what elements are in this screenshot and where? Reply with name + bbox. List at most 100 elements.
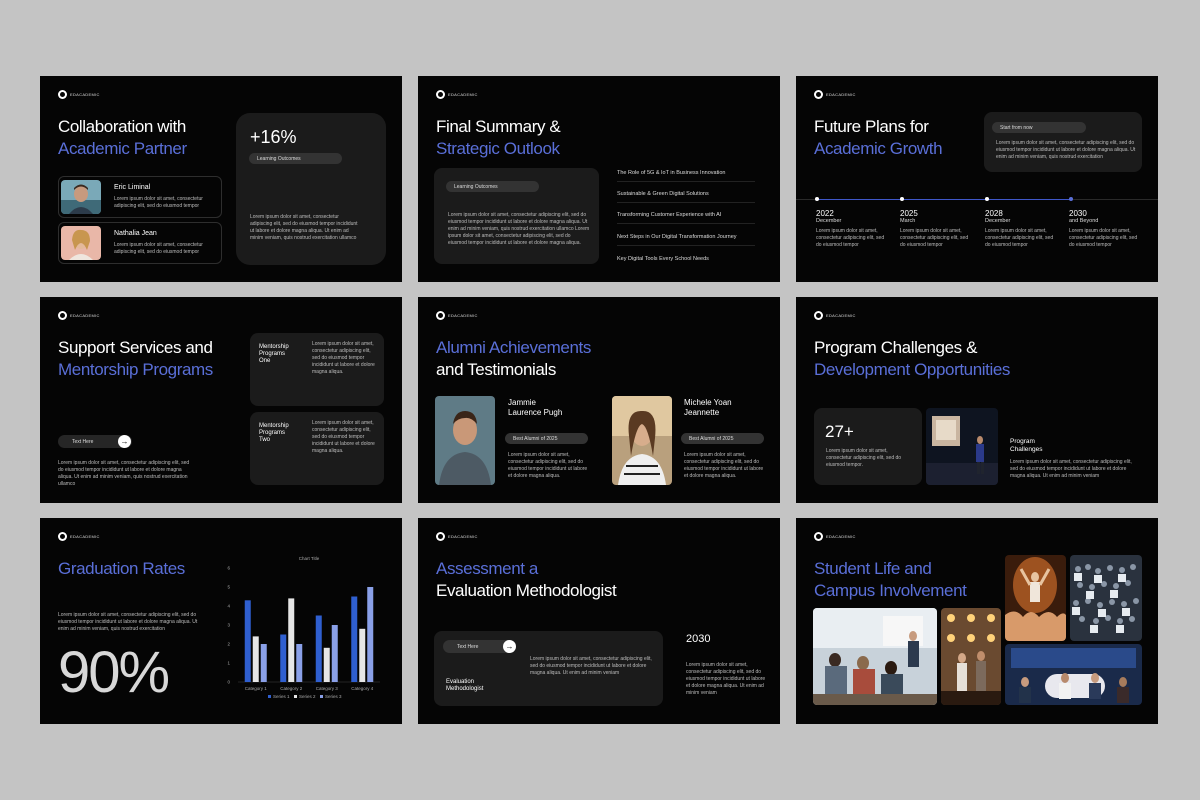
timeline-progress [816, 199, 1071, 200]
timeline-sub: December [816, 218, 842, 224]
alumni-pill: Best Alumni of 2025 [681, 433, 764, 444]
title-line-2: Academic Partner [58, 139, 187, 158]
legend-label: Series 2 [299, 694, 316, 699]
legend-label: Series 3 [325, 694, 342, 699]
slide-future-plans[interactable]: EDACADEMIC Future Plans for Academic Gro… [796, 76, 1158, 282]
mentorship-label: Mentorship Programs One [259, 344, 289, 365]
timeline-text: Lorem ipsum dolor sit amet, consectetur … [816, 228, 885, 248]
slide-collaboration[interactable]: EDACADEMIC Collaboration with Academic P… [40, 76, 402, 282]
logo-icon [58, 311, 67, 320]
brand-logo: EDACADEMIC [436, 532, 478, 541]
timeline-dot [900, 197, 904, 201]
brand-logo: EDACADEMIC [814, 90, 856, 99]
bar [280, 634, 287, 682]
mentorship-label: Mentorship Programs Two [259, 423, 289, 444]
bar [296, 644, 303, 682]
title-line-2: Campus Involvement [814, 581, 967, 600]
title-line-2: Academic Growth [814, 139, 943, 158]
title-line-1: Future Plans for [814, 117, 929, 136]
title-line-1: Assessment a [436, 559, 538, 578]
mentorship-text: Lorem ipsum dolor sit amet, consectetur … [312, 420, 375, 454]
brand-logo: EDACADEMIC [436, 311, 478, 320]
brand-name: EDACADEMIC [70, 534, 100, 539]
logo-icon [436, 532, 445, 541]
slide-alumni[interactable]: EDACADEMIC Alumni Achievements and Testi… [418, 297, 780, 503]
slide-title: Student Life and Campus Involvement [814, 558, 967, 602]
stat-text: Lorem ipsum dolor sit amet, consectetur … [250, 214, 358, 241]
stat-card: +16% Learning Outcomes Lorem ipsum dolor… [236, 113, 386, 265]
brand-name: EDACADEMIC [448, 534, 478, 539]
y-tick-label: 1 [227, 661, 230, 666]
person-text: Lorem ipsum dolor sit amet, consectetur … [114, 242, 203, 255]
y-tick-label: 3 [227, 623, 230, 628]
brand-logo: EDACADEMIC [58, 90, 100, 99]
timeline-sub: March [900, 218, 916, 224]
list-item: Next Steps in Our Digital Transformation… [617, 234, 755, 246]
interview-photo [941, 608, 1001, 705]
challenge-text: Lorem ipsum dolor sit amet, consectetur … [1010, 459, 1132, 479]
arrow-right-icon[interactable]: → [503, 640, 516, 653]
list-item: Key Digital Tools Every School Needs [617, 256, 709, 262]
bar [331, 625, 338, 682]
title-line-1: Support Services and [58, 338, 213, 357]
logo-icon [436, 311, 445, 320]
brand-logo: EDACADEMIC [814, 532, 856, 541]
slide-final-summary[interactable]: EDACADEMIC Final Summary & Strategic Out… [418, 76, 780, 282]
logo-icon [58, 90, 67, 99]
brand-name: EDACADEMIC [448, 313, 478, 318]
slide-graduation-rates[interactable]: EDACADEMIC Graduation Rates Lorem ipsum … [40, 518, 402, 724]
evaluation-label: Evaluation Methodologist [446, 679, 483, 693]
name-line: Michele Yoan [684, 398, 732, 407]
concert-photo [1005, 555, 1066, 641]
timeline-dot [815, 197, 819, 201]
timeline-year: 2028 [985, 209, 1003, 218]
list-item: The Role of 5G & IoT in Business Innovat… [617, 170, 755, 182]
timeline-text: Lorem ipsum dolor sit amet, consectetur … [900, 228, 969, 248]
brand-logo: EDACADEMIC [58, 532, 100, 541]
panel-photo [1005, 644, 1142, 705]
slide-assessment[interactable]: EDACADEMIC Assessment a Evaluation Metho… [418, 518, 780, 724]
avatar [61, 226, 101, 260]
brand-name: EDACADEMIC [826, 92, 856, 97]
y-tick-label: 5 [227, 585, 230, 590]
bar [351, 596, 358, 682]
slide-title: Final Summary & Strategic Outlook [436, 116, 561, 160]
brand-name: EDACADEMIC [70, 92, 100, 97]
timeline-year: 2030 [1069, 209, 1087, 218]
slide-student-life[interactable]: EDACADEMIC Student Life and Campus Invol… [796, 518, 1158, 724]
challenge-label: Program Challenges [1010, 438, 1043, 454]
person-name: Eric Liminal [114, 184, 151, 191]
slide-title: Alumni Achievements and Testimonials [436, 337, 591, 381]
bar [260, 644, 267, 682]
classroom-photo [813, 608, 937, 705]
slide-program-challenges[interactable]: EDACADEMIC Program Challenges & Developm… [796, 297, 1158, 503]
mentorship-text: Lorem ipsum dolor sit amet, consectetur … [312, 341, 375, 375]
title-line-1: Program Challenges & [814, 338, 978, 357]
plan-card: Start from now Lorem ipsum dolor sit ame… [984, 112, 1142, 172]
alumni-name-2: Michele Yoan Jeannette [684, 398, 732, 418]
stat-text: Lorem ipsum dolor sit amet, consectetur … [826, 448, 902, 468]
slide-title: Future Plans for Academic Growth [814, 116, 943, 160]
label-line: Programs [259, 351, 286, 357]
label-line: Methodologist [446, 686, 484, 692]
slide-support-services[interactable]: EDACADEMIC Support Services and Mentorsh… [40, 297, 402, 503]
logo-icon [814, 311, 823, 320]
brand-name: EDACADEMIC [70, 313, 100, 318]
timeline-text: Lorem ipsum dolor sit amet, consectetur … [985, 228, 1054, 248]
brand-name: EDACADEMIC [826, 313, 856, 318]
mentorship-card-2: Mentorship Programs Two Lorem ipsum dolo… [250, 412, 384, 485]
y-tick-label: 4 [227, 604, 230, 609]
evaluation-text: Lorem ipsum dolor sit amet, consectetur … [530, 656, 652, 676]
x-tick-label: Category 2 [280, 686, 303, 691]
big-stat: 90% [58, 640, 170, 705]
arrow-right-icon[interactable]: → [118, 435, 131, 448]
bar [315, 615, 322, 682]
alumni-pill: Best Alumni of 2025 [505, 433, 588, 444]
legend-swatch [268, 695, 271, 698]
slide-title: Assessment a Evaluation Methodologist [436, 558, 617, 602]
title-line-2: and Testimonials [436, 360, 556, 379]
label-line: Two [259, 437, 271, 443]
title-line-1: Collaboration with [58, 117, 186, 136]
stat-pill: Learning Outcomes [249, 153, 342, 164]
title-line-2: Mentorship Programs [58, 360, 213, 379]
